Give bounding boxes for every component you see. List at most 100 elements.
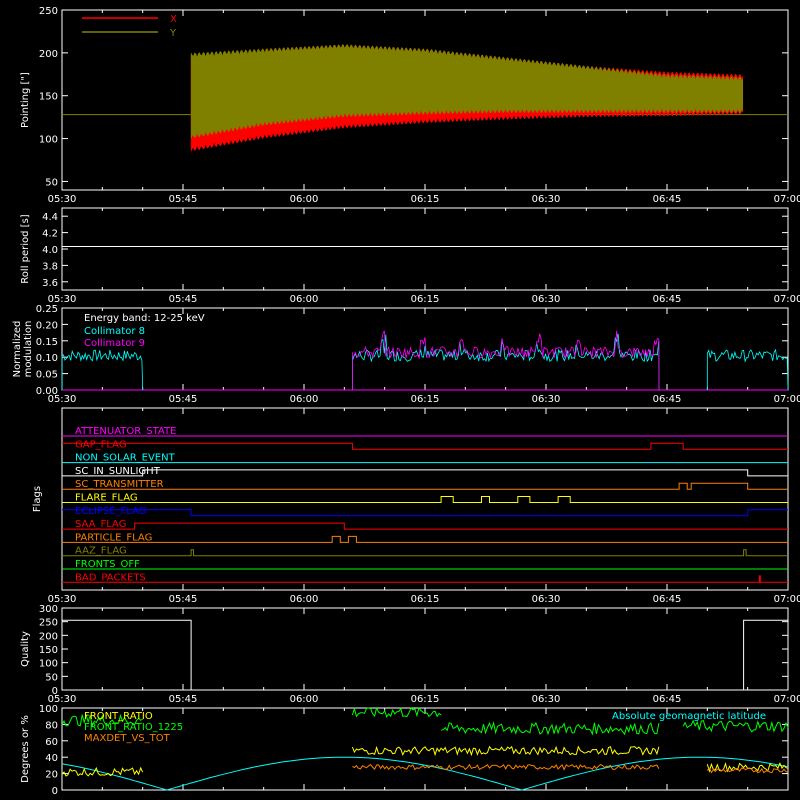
mod-series-c8: [352, 333, 660, 391]
pointing-xtick-label: 07:00: [774, 194, 800, 205]
roll-ytick-label: 3.6: [42, 278, 58, 289]
geo-ytick-label: 80: [45, 720, 58, 731]
flag-label-fronts_off: FRONTS_OFF: [75, 559, 140, 570]
quality-series-line: [62, 619, 788, 691]
pointing-xtick-label: 06:45: [653, 194, 682, 205]
flag-label-non_solar_event: NON_SOLAR_EVENT: [75, 453, 176, 464]
flag-label-bad_packets: BAD_PACKETS: [75, 572, 146, 583]
flag-line-saa_flag: [62, 522, 788, 530]
geo-series-maxdet: [352, 763, 660, 771]
pointing-ytick-label: 50: [45, 177, 58, 188]
pointing-xtick-label: 06:30: [532, 194, 561, 205]
mod-annotation: Energy band: 12-25 keV: [84, 313, 205, 324]
geo-series-front-ratio-1225: [682, 719, 789, 733]
quicklook-plot: 50100150200250Pointing ["]XY05:30 05:45 06…: [12, 6, 800, 797]
flags-xtick-label: 06:45: [653, 594, 682, 605]
roll-ytick-label: 4.2: [42, 229, 58, 240]
flag-label-aaz_flag: AAZ_FLAG: [75, 546, 127, 557]
pointing-xtick-label: 06:00: [290, 194, 319, 205]
mod-ytick-label: 0.15: [36, 337, 58, 348]
pointing-legend-label: Y: [169, 28, 177, 39]
pointing-xtick-label: 05:30: [48, 194, 77, 205]
mod-ytick-label: 0.10: [36, 353, 58, 364]
pointing-ytick-label: 250: [39, 6, 58, 17]
quality-ylabel: Quality: [20, 631, 31, 667]
roll-xtick-label: 06:45: [653, 294, 682, 305]
flags-xtick-label: 06:00: [290, 594, 319, 605]
roll-ytick-label: 3.8: [42, 261, 58, 272]
flag-label-attenuator_state: ATTENUATOR_STATE: [75, 426, 176, 437]
quality-xtick-label: 06:15: [411, 694, 440, 705]
quality-ytick-label: 250: [39, 618, 58, 629]
quality-xtick-label: 05:45: [169, 694, 198, 705]
flag-label-saa_flag: SAA_FLAG: [75, 519, 126, 530]
geo-ytick-label: 100: [39, 704, 58, 715]
flag-label-flare_flag: FLARE_FLAG: [75, 493, 138, 504]
geo-legend-label: FRONT_RATIO_1225: [84, 722, 183, 733]
roll-xtick-label: 06:15: [411, 294, 440, 305]
mod-legend-label: Collimator 9: [84, 338, 145, 349]
geo-ytick-label: 0: [52, 786, 58, 797]
mod-series-c8: [61, 349, 144, 391]
mod-xtick-label: 06:45: [653, 394, 682, 405]
mod-xtick-label: 05:30: [48, 394, 77, 405]
roll-ytick-label: 4.0: [42, 245, 58, 256]
roll-ytick-label: 4.4: [42, 212, 58, 223]
mod-ylabel: modulation: [23, 321, 34, 378]
flag-line-sc_transmitter: [62, 482, 788, 490]
pointing-ytick-label: 150: [39, 92, 58, 103]
flags-xtick-label: 07:00: [774, 594, 800, 605]
mod-ytick-label: 0.20: [36, 320, 58, 331]
geo-ytick-label: 20: [45, 770, 58, 781]
geo-series-front-ratio-1225: [351, 706, 442, 719]
flag-label-sc_in_sunlight: SC_IN_SUNLIGHT: [75, 466, 161, 477]
pointing-xtick-label: 05:45: [169, 194, 198, 205]
geo-legend-label: MAXDET_VS_TOT: [84, 733, 171, 744]
pointing-legend-label: X: [170, 14, 177, 25]
geo-ytick-label: 40: [45, 753, 58, 764]
quality-ytick-label: 200: [39, 631, 58, 642]
roll-xtick-label: 05:45: [169, 294, 198, 305]
mod-series-c9: [352, 330, 660, 391]
flags-ylabel: Flags: [32, 486, 43, 512]
quality-xtick-label: 07:00: [774, 694, 800, 705]
flag-line-aaz_flag: [62, 549, 788, 557]
quality-ytick-label: 150: [39, 645, 58, 656]
geo-ylabel: Degrees or %: [20, 715, 31, 783]
roll-ylabel: Roll period [s]: [20, 214, 31, 283]
roll-xtick-label: 06:00: [290, 294, 319, 305]
quality-ytick-label: 300: [39, 604, 58, 615]
flag-line-eclipse_flag: [62, 509, 788, 517]
flag-line-sc_in_sunlight: [62, 469, 788, 477]
quality-xtick-label: 06:00: [290, 694, 319, 705]
mod-xtick-label: 07:00: [774, 394, 800, 405]
flags-xtick-label: 06:30: [532, 594, 561, 605]
flag-line-flare_flag: [62, 496, 788, 503]
flag-label-sc_transmitter: SC_TRANSMITTER: [75, 479, 164, 490]
quicklook-stage: 50 100 150 200 250 Pointing ["] X Y 05:30 05:45 06…: [0, 0, 800, 800]
roll-frame: [61, 207, 789, 291]
geo-ytick-label: 60: [45, 737, 58, 748]
pointing-xtick-label: 06:15: [411, 194, 440, 205]
geo-series-front-ratio-1225: [440, 720, 660, 736]
pointing-ytick-label: 100: [39, 135, 58, 146]
mod-ytick-label: 0.05: [36, 370, 58, 381]
flag-line-gap_flag: [62, 442, 788, 450]
geo-legend-label: FRONT_RATIO: [84, 711, 153, 722]
mod-ytick-label: 0.25: [36, 304, 58, 315]
geo-series-front-ratio: [351, 745, 660, 757]
pointing-ytick-label: 200: [39, 49, 58, 60]
quality-xtick-label: 06:30: [532, 694, 561, 705]
geo-legend-latitude: Absolute geomagnetic latitude: [612, 711, 766, 722]
roll-xtick-label: 06:30: [532, 294, 561, 305]
mod-xtick-label: 06:15: [411, 394, 440, 405]
mod-series-c8: [706, 348, 789, 391]
roll-xtick-label: 07:00: [774, 294, 800, 305]
flags-xtick-label: 05:45: [169, 594, 198, 605]
quality-xtick-label: 06:45: [653, 694, 682, 705]
mod-xtick-label: 06:00: [290, 394, 319, 405]
pointing-ylabel: Pointing ["]: [20, 72, 31, 128]
flags-xtick-label: 06:15: [411, 594, 440, 605]
mod-ylabel: Normalized: [12, 321, 23, 378]
quality-ytick-label: 50: [45, 672, 58, 683]
